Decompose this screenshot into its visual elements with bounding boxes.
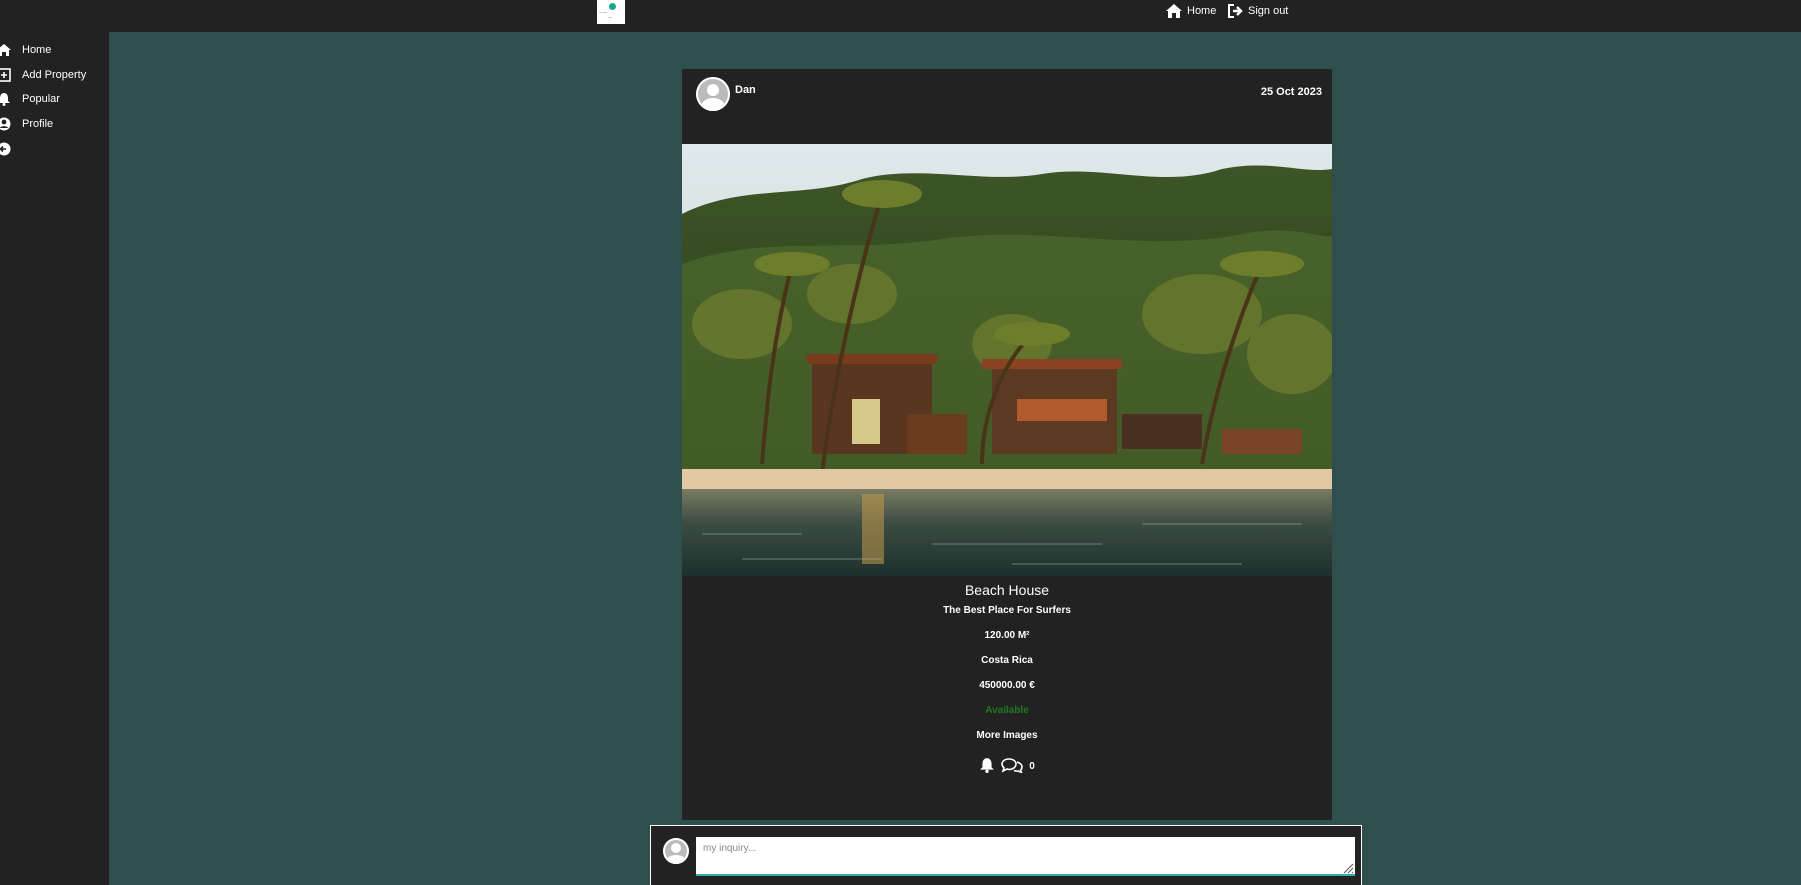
property-card: Dan 25 Oct 2023 Beach House The Best Pla… bbox=[682, 69, 1332, 820]
property-image[interactable] bbox=[682, 144, 1332, 576]
bell-icon bbox=[0, 92, 11, 106]
sidebar-item-label: Popular bbox=[22, 93, 60, 105]
top-navbar: —— — Home Sign out bbox=[0, 0, 1801, 32]
property-title: Beach House bbox=[964, 582, 1050, 598]
plus-square-icon bbox=[0, 68, 11, 82]
author-name[interactable]: Dan bbox=[735, 84, 756, 96]
sidebar-item-label: Add Property bbox=[22, 69, 87, 81]
sign-out-icon bbox=[1228, 4, 1243, 18]
more-images-link[interactable]: More Images bbox=[682, 730, 1332, 741]
property-price: 450000.00 € bbox=[979, 680, 1035, 691]
property-status: Available bbox=[985, 705, 1029, 716]
user-circle-icon bbox=[0, 117, 11, 131]
sidebar-item-label: Profile bbox=[22, 118, 54, 130]
user-avatar bbox=[663, 838, 689, 864]
topnav-signout-link[interactable]: Sign out bbox=[1227, 1, 1288, 21]
post-date: 25 Oct 2023 bbox=[1260, 86, 1322, 98]
topnav-signout-label: Sign out bbox=[1248, 5, 1289, 17]
arrow-left-circle-icon bbox=[0, 142, 11, 156]
property-area: 120.00 M² bbox=[984, 630, 1030, 641]
resize-grip-icon[interactable] bbox=[1342, 862, 1354, 874]
sidebar-item-popular[interactable]: Popular bbox=[0, 91, 60, 107]
home-icon bbox=[1166, 4, 1182, 18]
topnav-home-link[interactable]: Home bbox=[1165, 1, 1216, 21]
property-subtitle: The Best Place For Surfers bbox=[943, 605, 1071, 616]
sidebar-item-label: Home bbox=[22, 44, 52, 56]
comment-form bbox=[650, 825, 1362, 885]
property-location: Costa Rica bbox=[981, 655, 1033, 666]
inquiry-input[interactable] bbox=[696, 837, 1355, 876]
site-logo[interactable]: —— — bbox=[597, 0, 625, 24]
post-actions: 0 bbox=[682, 757, 1332, 776]
topnav-home-label: Home bbox=[1187, 5, 1217, 17]
card-header: Dan 25 Oct 2023 bbox=[682, 69, 1332, 144]
home-icon bbox=[0, 43, 11, 57]
comments-icon[interactable] bbox=[1001, 757, 1024, 776]
sidebar-item-profile[interactable]: Profile bbox=[0, 116, 53, 132]
bell-icon[interactable] bbox=[979, 757, 995, 776]
sidebar-item-home[interactable]: Home bbox=[0, 42, 51, 58]
sidebar-item-collapse[interactable] bbox=[0, 141, 11, 157]
sidebar: Home Add Property Popular Profile bbox=[0, 32, 109, 885]
sidebar-item-add-property[interactable]: Add Property bbox=[0, 67, 86, 83]
author-avatar[interactable] bbox=[696, 77, 730, 111]
comment-count: 0 bbox=[1029, 761, 1035, 772]
